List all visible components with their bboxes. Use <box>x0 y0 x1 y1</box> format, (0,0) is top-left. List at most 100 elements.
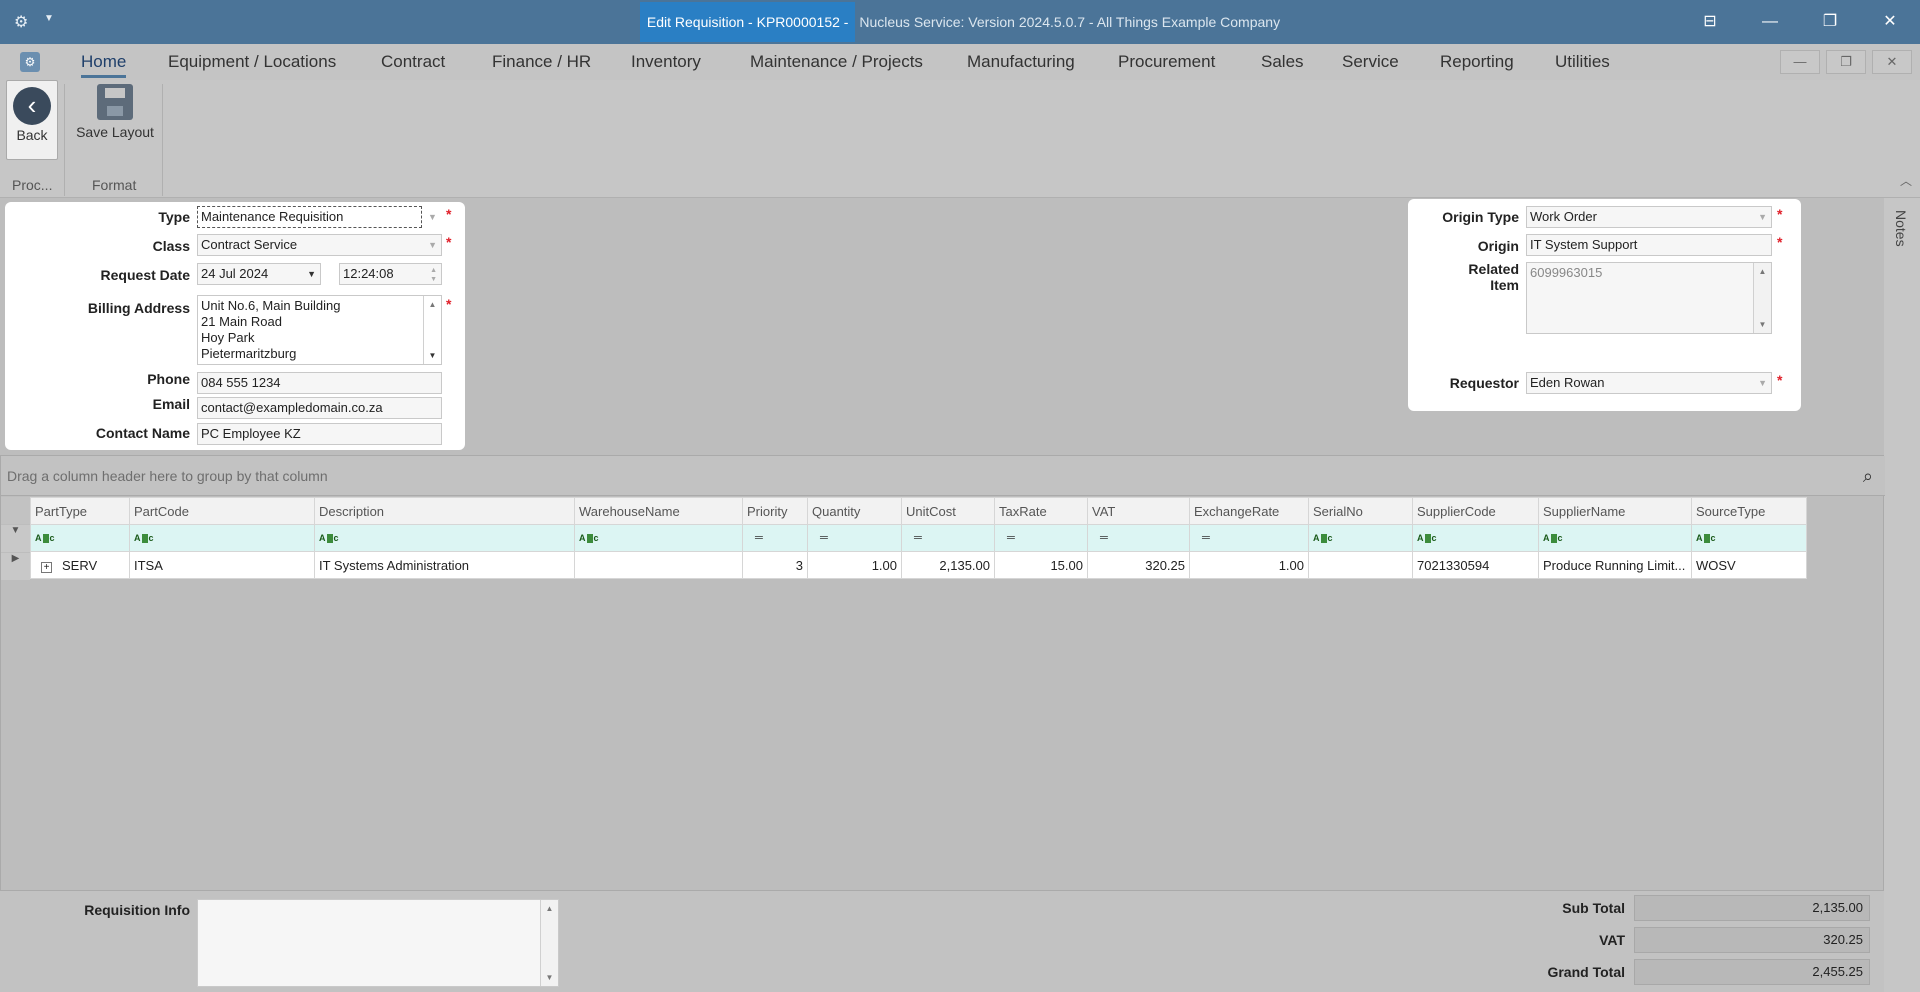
tab-service[interactable]: Service <box>1342 52 1399 72</box>
required-asterisk: * <box>1777 372 1783 388</box>
tab-contract[interactable]: Contract <box>381 52 445 72</box>
col-header-exchangerate[interactable]: ExchangeRate <box>1189 497 1309 525</box>
filter-icon[interactable]: ▼ <box>1 525 30 552</box>
filter-cell[interactable]: ═ <box>807 524 902 552</box>
tab-maintenance-projects[interactable]: Maintenance / Projects <box>750 52 923 72</box>
app-menu-icon[interactable]: ⚙ <box>20 52 40 72</box>
billing-address-memo[interactable]: Unit No.6, Main Building 21 Main Road Ho… <box>197 295 442 365</box>
notes-tab[interactable]: Notes <box>1893 210 1909 247</box>
filter-cell[interactable]: ═ <box>901 524 995 552</box>
cell-partcode[interactable]: ITSA <box>129 551 315 579</box>
cell-serialno[interactable] <box>1308 551 1413 579</box>
save-layout-button[interactable]: Save Layout <box>72 84 158 140</box>
cell-priority[interactable]: 3 <box>742 551 808 579</box>
filter-cell[interactable]: Ac <box>129 524 315 552</box>
filter-cell[interactable]: Ac <box>1538 524 1692 552</box>
tab-inventory[interactable]: Inventory <box>631 52 701 72</box>
col-header-vat[interactable]: VAT <box>1087 497 1190 525</box>
filter-cell[interactable]: ═ <box>1189 524 1309 552</box>
filter-cell[interactable]: Ac <box>1412 524 1539 552</box>
tab-finance-hr[interactable]: Finance / HR <box>492 52 591 72</box>
expand-row-icon[interactable]: + <box>41 561 52 573</box>
filter-cell[interactable]: Ac <box>314 524 575 552</box>
col-header-warehousename[interactable]: WarehouseName <box>574 497 743 525</box>
cell-suppliercode[interactable]: 7021330594 <box>1412 551 1539 579</box>
tab-reporting[interactable]: Reporting <box>1440 52 1514 72</box>
tab-utilities[interactable]: Utilities <box>1555 52 1610 72</box>
scroll-down-icon[interactable]: ▼ <box>1757 319 1768 330</box>
cell-quantity[interactable]: 1.00 <box>807 551 902 579</box>
filter-cell[interactable]: Ac <box>1308 524 1413 552</box>
scroll-up-icon[interactable]: ▲ <box>427 299 438 310</box>
col-header-partcode[interactable]: PartCode <box>129 497 315 525</box>
footer-panel: Requisition Info ▲ ▼ Sub Total 2,135.00 … <box>0 891 1884 992</box>
class-select[interactable]: Contract Service ▼ <box>197 234 442 256</box>
billing-scrollbar[interactable]: ▲ ▼ <box>423 296 441 364</box>
col-header-sourcetype[interactable]: SourceType <box>1691 497 1807 525</box>
collapse-ribbon-icon[interactable]: ︿ <box>1900 172 1912 189</box>
group-by-panel[interactable]: Drag a column header here to group by th… <box>1 456 1885 496</box>
origin-type-select[interactable]: Work Order ▼ <box>1526 206 1772 228</box>
col-header-suppliername[interactable]: SupplierName <box>1538 497 1692 525</box>
col-header-serialno[interactable]: SerialNo <box>1308 497 1413 525</box>
window-title: Edit Requisition - KPR0000152 - Nucleus … <box>0 0 1920 44</box>
cell-suppliername[interactable]: Produce Running Limit... <box>1538 551 1692 579</box>
col-header-taxrate[interactable]: TaxRate <box>994 497 1088 525</box>
cell-exchangerate[interactable]: 1.00 <box>1189 551 1309 579</box>
tab-home[interactable]: Home <box>81 52 127 78</box>
minimize-button[interactable]: — <box>1742 0 1798 44</box>
cell-unitcost[interactable]: 2,135.00 <box>901 551 995 579</box>
cell-warehousename[interactable] <box>574 551 743 579</box>
tab-sales[interactable]: Sales <box>1261 52 1304 72</box>
col-header-priority[interactable]: Priority <box>742 497 808 525</box>
layout-icon[interactable]: ⊟ <box>1682 0 1738 44</box>
cell-vat[interactable]: 320.25 <box>1087 551 1190 579</box>
type-select[interactable]: Maintenance Requisition <box>197 206 422 228</box>
close-button[interactable]: ✕ <box>1862 0 1918 44</box>
restore-button[interactable]: ❐ <box>1802 0 1858 44</box>
filter-cell[interactable]: Ac <box>574 524 743 552</box>
cell-description[interactable]: IT Systems Administration <box>314 551 575 579</box>
related-item-scrollbar[interactable]: ▲ ▼ <box>1753 263 1771 333</box>
col-header-suppliercode[interactable]: SupplierCode <box>1412 497 1539 525</box>
mdi-minimize-button[interactable]: — <box>1780 50 1820 74</box>
back-arrow-icon: ‹ <box>13 87 51 125</box>
col-header-parttype[interactable]: PartType <box>30 497 130 525</box>
request-time-spinner[interactable]: 12:24:08 ▲ ▼ <box>339 263 442 285</box>
col-header-description[interactable]: Description <box>314 497 575 525</box>
back-button[interactable]: ‹ Back <box>6 80 58 160</box>
requisition-info-scrollbar[interactable]: ▲ ▼ <box>540 900 558 986</box>
related-item-memo[interactable]: 6099963015 ▲ ▼ <box>1526 262 1772 334</box>
mdi-close-button[interactable]: ✕ <box>1872 50 1912 74</box>
contact-name-input[interactable]: PC Employee KZ <box>197 423 442 445</box>
chevron-down-icon: ▼ <box>1758 378 1767 388</box>
tab-equipment-locations[interactable]: Equipment / Locations <box>168 52 336 72</box>
cell-sourcetype[interactable]: WOSV <box>1691 551 1807 579</box>
cell-taxrate[interactable]: 15.00 <box>994 551 1088 579</box>
filter-cell[interactable]: ═ <box>742 524 808 552</box>
scroll-down-icon[interactable]: ▼ <box>427 350 438 361</box>
filter-cell[interactable]: Ac <box>30 524 130 552</box>
mdi-restore-button[interactable]: ❐ <box>1826 50 1866 74</box>
phone-input[interactable]: 084 555 1234 <box>197 372 442 394</box>
search-icon[interactable]: ⌕ <box>1863 466 1873 487</box>
scroll-up-icon[interactable]: ▲ <box>544 903 555 914</box>
cell-parttype[interactable]: + SERV <box>30 551 130 579</box>
filter-cell[interactable]: Ac <box>1691 524 1807 552</box>
col-header-quantity[interactable]: Quantity <box>807 497 902 525</box>
scroll-down-icon[interactable]: ▼ <box>544 972 555 983</box>
tab-manufacturing[interactable]: Manufacturing <box>967 52 1075 72</box>
requestor-select[interactable]: Eden Rowan ▼ <box>1526 372 1772 394</box>
requisition-info-memo[interactable]: ▲ ▼ <box>197 899 559 987</box>
table-row[interactable]: + SERV ITSA IT Systems Administration 3 1… <box>30 551 1807 579</box>
row-indicator-icon[interactable]: ▶ <box>1 553 30 580</box>
origin-input[interactable]: IT System Support <box>1526 234 1772 256</box>
col-header-unitcost[interactable]: UnitCost <box>901 497 995 525</box>
filter-cell[interactable]: ═ <box>994 524 1088 552</box>
filter-cell[interactable]: ═ <box>1087 524 1190 552</box>
request-date-picker[interactable]: 24 Jul 2024 ▼ <box>197 263 321 285</box>
email-input[interactable]: contact@exampledomain.co.za <box>197 397 442 419</box>
scroll-up-icon[interactable]: ▲ <box>1757 266 1768 277</box>
origin-type-label: Origin Type <box>1442 209 1519 225</box>
tab-procurement[interactable]: Procurement <box>1118 52 1215 72</box>
